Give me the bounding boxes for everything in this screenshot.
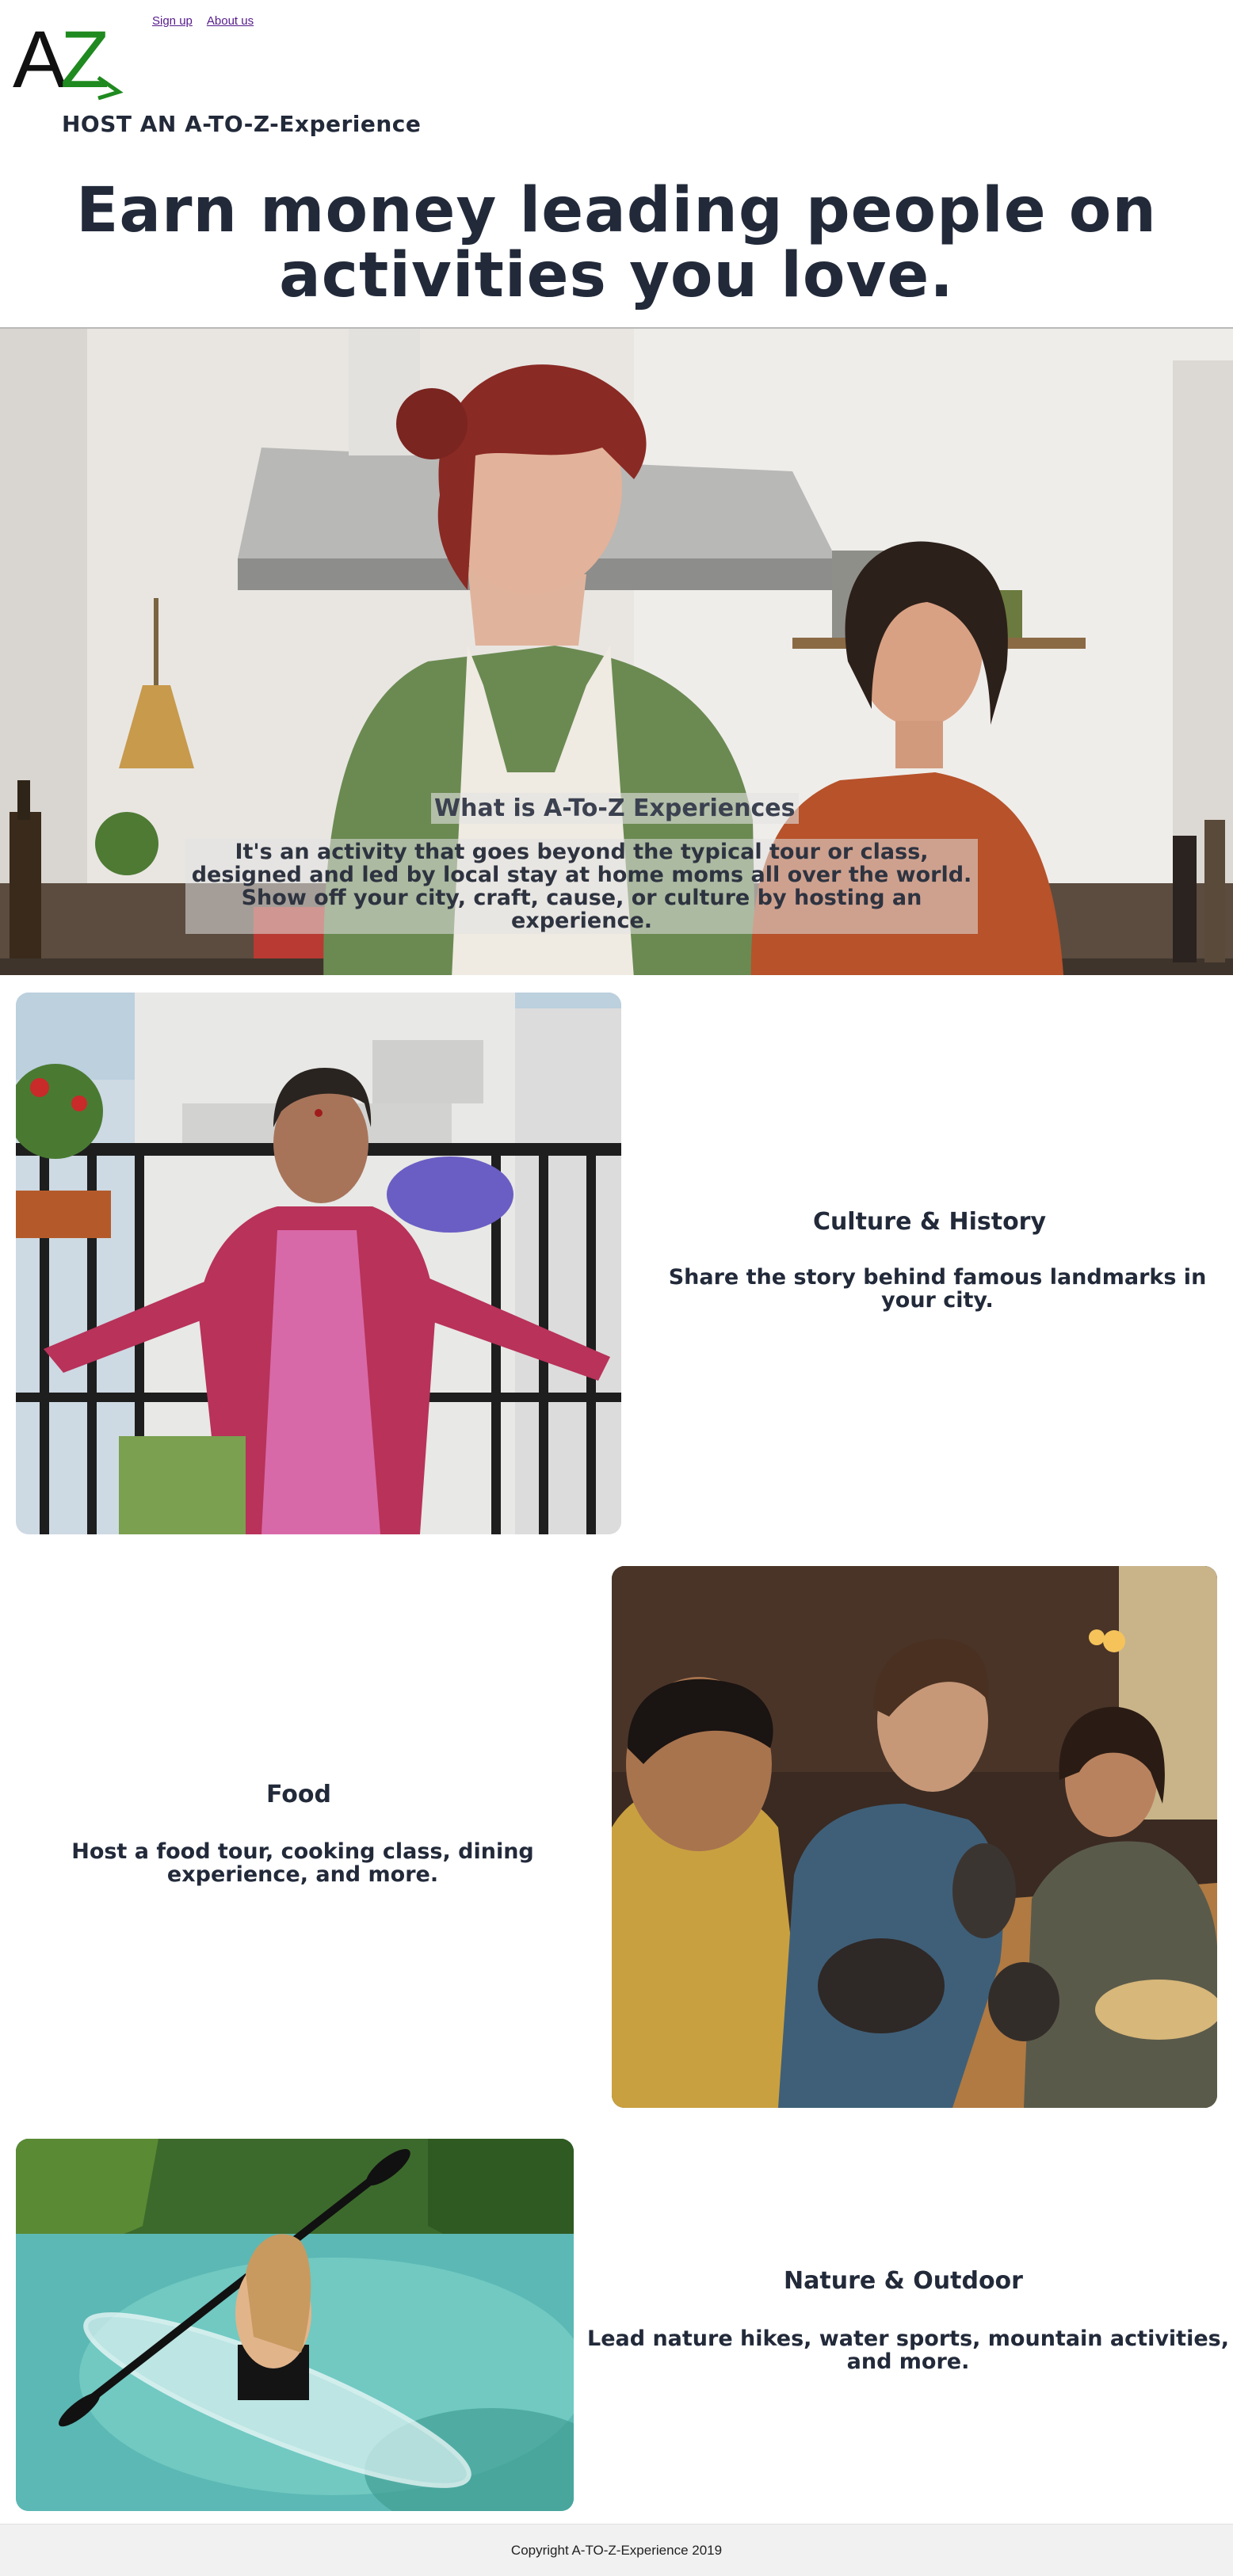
food-image [612,1566,1217,2108]
hero-section: What is A-To-Z Experiences It's an activ… [0,327,1233,975]
about-link[interactable]: About us [207,14,254,28]
copyright-text: Copyright A-TO-Z-Experience 2019 [510,2542,723,2558]
footer: Copyright A-TO-Z-Experience 2019 [0,2524,1233,2576]
logo[interactable]: A Z [13,14,124,105]
host-title: HOST AN A-TO-Z-Experience [62,111,422,137]
nature-title: Nature & Outdoor [784,2267,1023,2295]
culture-image [16,993,621,1534]
food-title: Food [266,1781,331,1808]
culture-text: Share the story behind famous landmarks … [668,1265,1207,1313]
top-nav: Sign up About us [152,14,254,28]
headline-line-1: Earn money leading people on [76,175,1157,246]
food-text: Host a food tour, cooking class, dining … [71,1839,534,1887]
headline-line-2: activities you love. [279,240,954,311]
page-headline: Earn money leading people on activities … [0,178,1233,308]
signup-link[interactable]: Sign up [152,14,193,28]
hero-heading: What is A-To-Z Experiences [431,793,799,824]
nature-image [16,2139,574,2511]
hero-description: It's an activity that goes beyond the ty… [185,839,978,934]
logo-letter-a: A [13,14,67,101]
nature-text: Lead nature hikes, water sports, mountai… [587,2326,1229,2374]
logo-letter-z: Z [60,14,109,101]
culture-title: Culture & History [812,1208,1047,1236]
